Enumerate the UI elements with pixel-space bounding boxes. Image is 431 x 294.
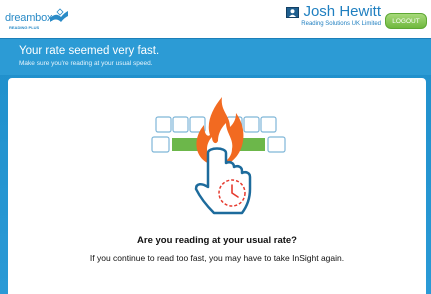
- user-card-icon: [286, 6, 300, 18]
- top-bar: dreambox READING PLUS Josh Hewitt Readin…: [0, 0, 431, 38]
- logo-text: dreambox: [5, 12, 53, 24]
- question-text: Are you reading at your usual rate?: [137, 235, 297, 246]
- banner-subtitle: Make sure you're reading at your usual s…: [19, 60, 153, 67]
- content-card: Are you reading at your usual rate? If y…: [8, 78, 426, 294]
- app-window: dreambox READING PLUS Josh Hewitt Readin…: [0, 0, 431, 294]
- book-logo-icon: [50, 8, 68, 22]
- banner-title: Your rate seemed very fast.: [19, 45, 160, 57]
- user-info: Josh Hewitt Reading Solutions UK Limited: [286, 4, 381, 27]
- organization-name: Reading Solutions UK Limited: [301, 21, 381, 27]
- fast-reading-flame-icon: [151, 97, 286, 215]
- user-name: Josh Hewitt: [303, 3, 381, 20]
- feedback-banner: Your rate seemed very fast. Make sure yo…: [0, 38, 431, 75]
- dreambox-logo[interactable]: dreambox READING PLUS: [4, 6, 68, 34]
- logout-button[interactable]: LOGOUT: [385, 13, 427, 29]
- logo-subtext: READING PLUS: [9, 25, 40, 30]
- warning-message: If you continue to read too fast, you ma…: [89, 253, 345, 263]
